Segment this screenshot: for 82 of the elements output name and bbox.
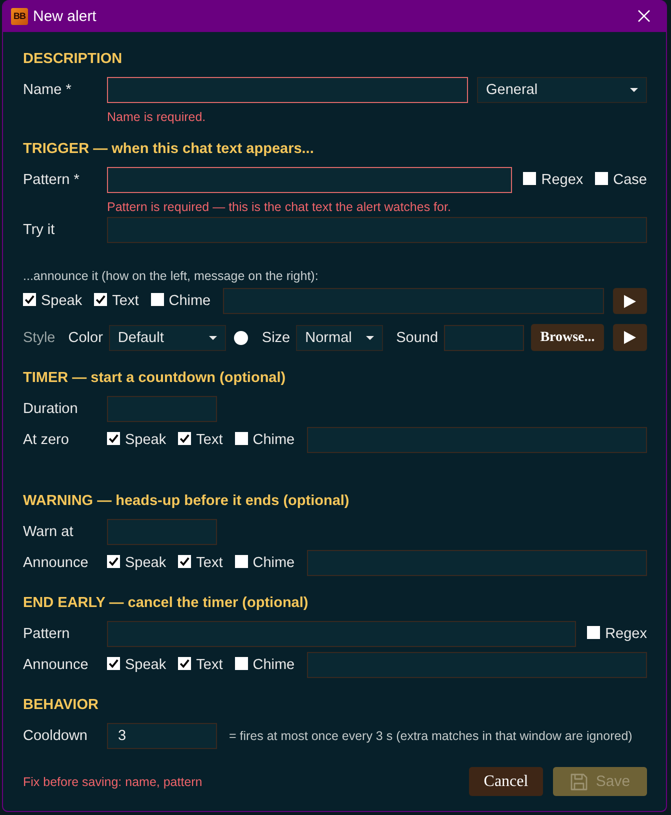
size-label: Size	[262, 330, 290, 346]
field-label: Name *	[23, 82, 72, 98]
section-heading: WARNING — heads-up before it ends (optional)	[23, 492, 350, 510]
close-icon	[638, 10, 650, 22]
checkbox[interactable]	[523, 172, 536, 185]
checkbox[interactable]	[150, 293, 164, 306]
checkbox-label: Chime	[252, 432, 295, 448]
section-heading: BEHAVIOR	[23, 696, 100, 714]
checkbox-label: Regex	[541, 172, 584, 188]
field-label: Pattern	[23, 626, 71, 642]
checkbox-label: Chime	[252, 555, 295, 571]
category-dropdown[interactable]: General	[477, 77, 647, 103]
app-logo: BB	[11, 8, 28, 24]
window-title: New alert	[33, 8, 96, 24]
play-icon	[624, 294, 636, 308]
cancel-button[interactable]: Cancel	[469, 767, 543, 796]
message-field[interactable]	[306, 652, 647, 678]
checkbox-label: Speak	[41, 293, 82, 309]
section-heading: TIMER — start a countdown (optional)	[23, 369, 287, 387]
style-label: Style	[23, 330, 56, 346]
checkbox-label: Speak	[125, 432, 166, 448]
checkbox[interactable]	[178, 555, 192, 568]
field-label: Warn at	[23, 524, 74, 540]
error-message: Fix before saving: name, pattern	[23, 774, 204, 788]
checkbox[interactable]	[107, 657, 120, 670]
text-field[interactable]	[107, 621, 576, 647]
field-label: Duration	[23, 401, 79, 417]
field-label: At zero	[23, 432, 70, 448]
checkbox[interactable]	[234, 657, 248, 670]
checkbox[interactable]	[107, 432, 120, 445]
field-label: Announce	[23, 555, 90, 571]
play-icon	[624, 331, 636, 344]
caret-icon	[630, 88, 638, 92]
section-heading: END EARLY — cancel the timer (optional)	[23, 594, 310, 612]
checkbox[interactable]	[94, 293, 108, 306]
section-heading: TRIGGER — when this chat text appears...	[23, 140, 315, 158]
field-label: Announce	[23, 657, 90, 673]
play-button[interactable]	[613, 288, 647, 314]
caption-text: ...announce it (how on the left, message on the right):	[23, 269, 320, 283]
section-heading: DESCRIPTION	[23, 50, 124, 68]
checkbox-label: Case	[613, 172, 647, 188]
size-dropdown[interactable]: Normal	[296, 324, 384, 350]
message-field[interactable]	[306, 427, 647, 453]
text-field[interactable]	[107, 217, 647, 243]
message-field[interactable]	[306, 550, 647, 576]
number-field[interactable]	[107, 519, 217, 545]
checkbox-label: Regex	[605, 626, 647, 642]
color-dropdown[interactable]: Default	[108, 324, 226, 350]
checkbox[interactable]	[107, 555, 120, 568]
checkbox-label: Speak	[125, 657, 166, 673]
text-field[interactable]	[107, 77, 468, 103]
sound-label: Sound	[396, 330, 438, 346]
error-message: Name is required.	[107, 110, 207, 124]
field-label: Cooldown	[23, 728, 88, 744]
hint-text: = fires at most once every 3 s (extra matches in that window are ignored)	[229, 729, 632, 743]
field-label: Try it	[23, 222, 56, 238]
checkbox[interactable]	[178, 657, 192, 670]
checkbox[interactable]	[587, 626, 600, 639]
checkbox[interactable]	[178, 432, 192, 445]
color-label: Color	[68, 330, 103, 346]
checkbox-label: Chime	[168, 293, 211, 309]
checkbox[interactable]	[234, 432, 248, 445]
checkbox[interactable]	[23, 293, 36, 306]
checkbox[interactable]	[234, 555, 248, 568]
error-message: Pattern is required — this is the chat text the alert watches for.	[107, 200, 452, 214]
caret-icon	[208, 336, 217, 340]
checkbox-label: Chime	[252, 657, 295, 673]
sound-file-field[interactable]	[444, 324, 524, 350]
field-label: Pattern *	[23, 172, 80, 188]
caret-icon	[366, 336, 374, 340]
checkbox-label: Text	[112, 293, 139, 309]
text-field[interactable]	[107, 167, 512, 193]
checkbox-label: Speak	[125, 555, 166, 571]
checkbox[interactable]	[595, 172, 608, 185]
message-field[interactable]	[222, 288, 604, 314]
checkbox-label: Text	[196, 432, 223, 448]
number-field[interactable]	[107, 396, 217, 422]
play-button[interactable]	[613, 324, 647, 351]
checkbox-label: Text	[196, 555, 223, 571]
browse-button[interactable]: Browse...	[531, 324, 604, 351]
number-field[interactable]: 3	[107, 723, 217, 749]
checkbox-label: Text	[196, 657, 223, 673]
